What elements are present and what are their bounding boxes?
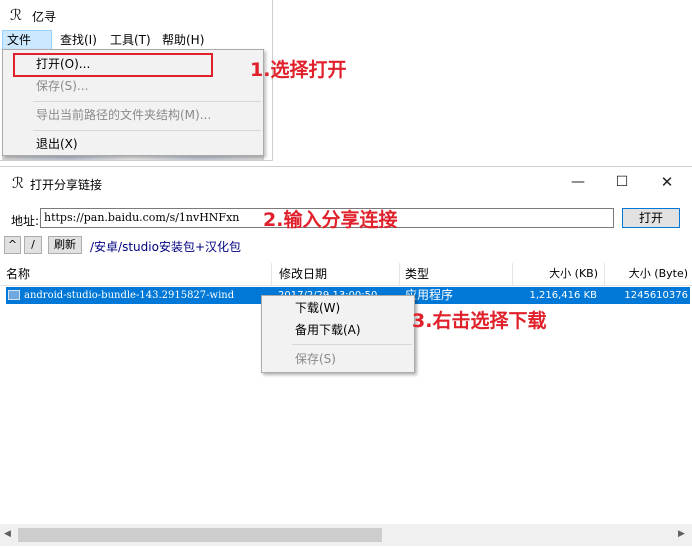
ctx-alt-download[interactable]: 备用下载(A) <box>262 319 414 341</box>
column-size-kb[interactable]: 大小 (KB) <box>513 263 605 285</box>
menu-separator <box>33 130 261 131</box>
nav-up-button[interactable]: ^ <box>4 236 21 254</box>
scroll-left-icon[interactable]: ◀ <box>4 529 11 539</box>
menu-save: 保存(S)... <box>36 79 89 93</box>
cell-type: 应用程序 <box>405 288 454 302</box>
refresh-button[interactable]: 刷新 <box>48 236 82 254</box>
address-label: 地址: <box>11 214 40 228</box>
menu-help[interactable]: 帮助(H) <box>158 30 208 50</box>
annotation-step2: 2.输入分享连接 <box>263 209 398 231</box>
minimize-icon[interactable]: — <box>563 171 593 193</box>
scroll-right-icon[interactable]: ▶ <box>678 529 685 539</box>
horizontal-scrollbar[interactable]: ◀ ▶ <box>0 524 692 546</box>
column-name[interactable]: 名称 <box>6 263 272 285</box>
cell-size-bytes: 1245610376 <box>624 290 688 301</box>
cell-size-kb: 1,216,416 KB <box>529 290 598 301</box>
close-icon[interactable]: ✕ <box>652 171 682 193</box>
ctx-download[interactable]: 下载(W) <box>262 297 414 319</box>
nav-root-button[interactable]: / <box>24 236 42 254</box>
menu-export-structure: 导出当前路径的文件夹结构(M)... <box>36 108 212 122</box>
file-icon <box>8 290 20 300</box>
column-date[interactable]: 修改日期 <box>272 263 400 285</box>
title-bar: ℛ 打开分享链接 — ☐ ✕ <box>0 167 692 197</box>
menu-tools[interactable]: 工具(T) <box>106 30 155 50</box>
menu-separator <box>292 344 412 345</box>
menu-separator <box>33 101 261 102</box>
scroll-thumb[interactable] <box>18 528 382 542</box>
app-icon: ℛ <box>12 174 24 192</box>
open-button[interactable]: 打开 <box>622 208 680 228</box>
maximize-icon[interactable]: ☐ <box>607 171 637 193</box>
annotation-step3: 3.右击选择下载 <box>412 310 547 332</box>
column-size-bytes[interactable]: 大小 (Byte) <box>605 263 692 285</box>
current-path: /安卓/studio安装包+汉化包 <box>90 240 241 254</box>
window-title: 打开分享链接 <box>30 178 103 192</box>
ctx-save: 保存(S) <box>295 352 336 366</box>
column-type[interactable]: 类型 <box>400 263 513 285</box>
list-header: 名称 修改日期 类型 大小 (KB) 大小 (Byte) <box>0 263 692 286</box>
cell-name: android-studio-bundle-143.2915827-wind <box>24 290 235 301</box>
annotation-step1: 1.选择打开 <box>250 59 347 81</box>
highlight-box-open <box>13 53 213 77</box>
app-icon: ℛ <box>10 6 22 24</box>
menu-file[interactable]: 文件(F) <box>2 30 52 65</box>
menu-find[interactable]: 查找(I) <box>56 30 101 50</box>
window-title: 亿寻 <box>32 10 57 24</box>
title-bar: ℛ 亿寻 <box>0 0 272 30</box>
context-menu: 下载(W) 备用下载(A) 保存(S) <box>261 295 415 373</box>
menu-exit[interactable]: 退出(X) <box>3 133 263 155</box>
menu-bar: 文件(F) 查找(I) 工具(T) 帮助(H) <box>0 30 272 65</box>
